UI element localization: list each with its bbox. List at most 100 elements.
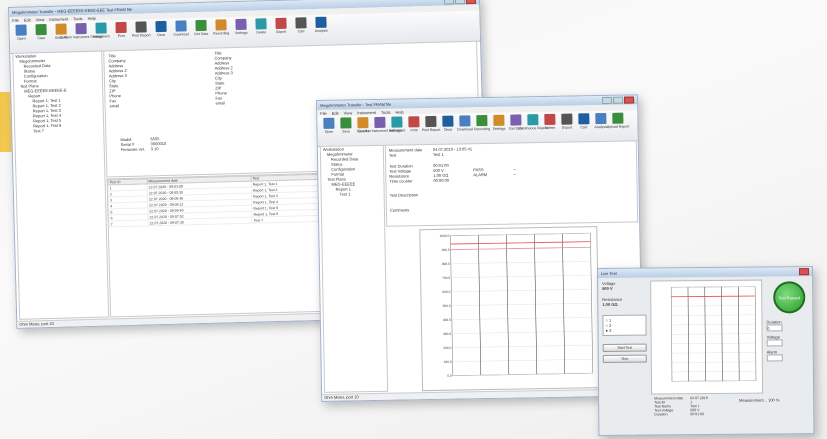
toolbar-button-config[interactable]: Confirm Instrument Settings bbox=[358, 116, 402, 133]
settings-icon bbox=[235, 18, 247, 31]
toolbar-button-recording2[interactable]: Continuous Report bbox=[518, 114, 548, 130]
toolbar-label: Calc bbox=[297, 29, 305, 34]
toolbar-button-open[interactable]: Open bbox=[320, 117, 337, 134]
toolbar-label: Download bbox=[457, 127, 473, 132]
model-row: Firmware ver. 3.10 bbox=[121, 146, 167, 152]
front-chart-svg bbox=[670, 286, 757, 382]
toolbar-button-save[interactable]: Save bbox=[32, 23, 49, 40]
toolbar-button-open[interactable]: Open bbox=[12, 24, 29, 41]
alarm-input[interactable] bbox=[766, 354, 783, 362]
mid-tree: Workstation Megohmmeter Recorded Data Statu… bbox=[319, 144, 389, 393]
y-tick-label: 100.0 bbox=[444, 360, 452, 364]
toolbar-button-analysis[interactable]: Analysis bbox=[312, 16, 329, 33]
toolbar-button-download[interactable]: Download bbox=[456, 115, 473, 132]
recording2-icon bbox=[527, 114, 539, 126]
toolbar-button-instrument[interactable]: Instrument bbox=[92, 22, 110, 39]
menu-edit[interactable]: Edit bbox=[24, 17, 31, 22]
close-button[interactable] bbox=[623, 96, 635, 104]
toolbar-button-print[interactable]: Print bbox=[405, 116, 422, 132]
menu-instrument[interactable]: Instrument bbox=[357, 109, 376, 114]
toolbar-button-save[interactable]: Save bbox=[337, 117, 354, 134]
toolbar-button-delete[interactable]: Delete bbox=[252, 18, 269, 35]
start-button[interactable]: Start Test bbox=[602, 343, 647, 352]
close-button[interactable] bbox=[799, 268, 810, 276]
toolbar-button-recording[interactable]: Recording bbox=[212, 19, 229, 36]
toolbar-label: Analysis bbox=[594, 124, 608, 130]
close-button[interactable] bbox=[465, 0, 477, 5]
toolbar-button-delete[interactable]: Delete bbox=[541, 113, 558, 130]
pass-label: Test Passed bbox=[778, 294, 801, 300]
progress-value: 100 % bbox=[768, 397, 780, 403]
toolbar-label: Print bbox=[117, 33, 125, 39]
toolbar-button-report[interactable]: Print Report bbox=[132, 21, 151, 38]
tree-item[interactable]: Test 1 bbox=[322, 191, 384, 197]
settings-icon bbox=[493, 114, 505, 126]
toolbar-button-clear[interactable]: Clear bbox=[152, 20, 169, 37]
mid-chart-svg: 1000.0 900.0 800.0 700.0 600.0 500.0 400.0 300.… bbox=[440, 232, 594, 378]
meas-row: Time counter 00:00:00 bbox=[389, 176, 533, 184]
clear-icon bbox=[442, 115, 454, 127]
toolbar-button-export[interactable]: Export bbox=[272, 17, 289, 34]
window-controls bbox=[601, 96, 635, 105]
front-titlebar[interactable]: Live Test bbox=[598, 267, 813, 278]
instrument-icon bbox=[95, 22, 107, 34]
toolbar-label: Settings bbox=[234, 30, 248, 36]
save-as-icon bbox=[55, 23, 67, 35]
toolbar-label: Export bbox=[276, 29, 287, 34]
menu-help[interactable]: Help bbox=[87, 15, 95, 20]
print-icon bbox=[115, 21, 127, 34]
menu-edit[interactable]: Edit bbox=[332, 110, 339, 115]
menu-view[interactable]: View bbox=[36, 17, 45, 22]
menu-view[interactable]: View bbox=[344, 110, 353, 115]
toolbar-button-calc[interactable]: Calc bbox=[575, 113, 592, 129]
menu-file[interactable]: File bbox=[12, 17, 19, 22]
minimize-button[interactable] bbox=[601, 96, 613, 105]
toolbar-button-config[interactable]: Confirm Instrument Settings bbox=[60, 22, 103, 40]
toolbar-label: Analysis bbox=[314, 28, 328, 33]
front-window-title: Live Test bbox=[601, 270, 617, 276]
toolbar-label: Instrument bbox=[388, 128, 406, 133]
toolbar-button-recording[interactable]: Recording bbox=[473, 115, 490, 131]
toolbar-button-settings[interactable]: Settings bbox=[232, 18, 249, 36]
y-tick-label: 1000.0 bbox=[440, 234, 450, 238]
stop-button[interactable]: Stop bbox=[602, 354, 647, 363]
toolbar-button-settings[interactable]: Settings bbox=[490, 114, 507, 131]
toolbar-button-export[interactable]: Export bbox=[558, 113, 575, 130]
y-tick-label: 400.0 bbox=[443, 318, 451, 322]
back-status-text: Ohm Meter, port 10 bbox=[19, 320, 54, 327]
toolbar-button-report[interactable]: Print Report bbox=[422, 115, 440, 132]
menu-instrument[interactable]: Instrument bbox=[49, 16, 68, 21]
open-icon bbox=[15, 24, 27, 36]
toolbar-button-data[interactable]: Get Data bbox=[192, 19, 209, 37]
option-3[interactable]: ● 3 bbox=[606, 328, 644, 333]
info-value: Test 1 bbox=[432, 151, 444, 157]
report-icon bbox=[425, 115, 437, 128]
toolbar-button-instrument[interactable]: Instrument bbox=[388, 116, 406, 133]
menu-tools[interactable]: Tools bbox=[73, 16, 82, 21]
mid-chart: 1000.0 900.0 800.0 700.0 600.0 500.0 400.0 300.… bbox=[419, 226, 601, 392]
minimize-button[interactable] bbox=[443, 0, 455, 5]
meas-cell bbox=[473, 181, 513, 182]
toolbar-button-print[interactable]: Print bbox=[112, 21, 129, 39]
voltage-input[interactable] bbox=[766, 339, 783, 347]
maximize-button[interactable] bbox=[612, 96, 624, 104]
toolbar-button-download[interactable]: Download bbox=[172, 20, 189, 37]
toolbar-label: Get Data bbox=[194, 31, 209, 37]
toolbar-button-upload[interactable]: Upload Report bbox=[607, 112, 629, 129]
table-cell: 7 bbox=[109, 219, 149, 227]
config-icon bbox=[374, 116, 386, 128]
mid-window-title: Megohmmeter Transfer - Test FRAM file bbox=[320, 101, 392, 108]
toolbar-button-calc[interactable]: Calc bbox=[292, 17, 309, 33]
maximize-button[interactable] bbox=[454, 0, 466, 5]
comment-label: Comments bbox=[389, 207, 410, 213]
menu-file[interactable]: File bbox=[320, 110, 327, 115]
model-value: 3.10 bbox=[150, 146, 159, 152]
toolbar-label: Export bbox=[561, 125, 573, 130]
recording-icon bbox=[215, 19, 227, 31]
menu-help[interactable]: Help bbox=[395, 109, 403, 114]
duration-input[interactable] bbox=[766, 324, 783, 332]
menu-tools[interactable]: Tools bbox=[381, 109, 390, 114]
toolbar-button-clear[interactable]: Clear bbox=[439, 115, 456, 132]
toolbar-label: Open bbox=[17, 36, 26, 41]
download-icon bbox=[459, 115, 471, 127]
